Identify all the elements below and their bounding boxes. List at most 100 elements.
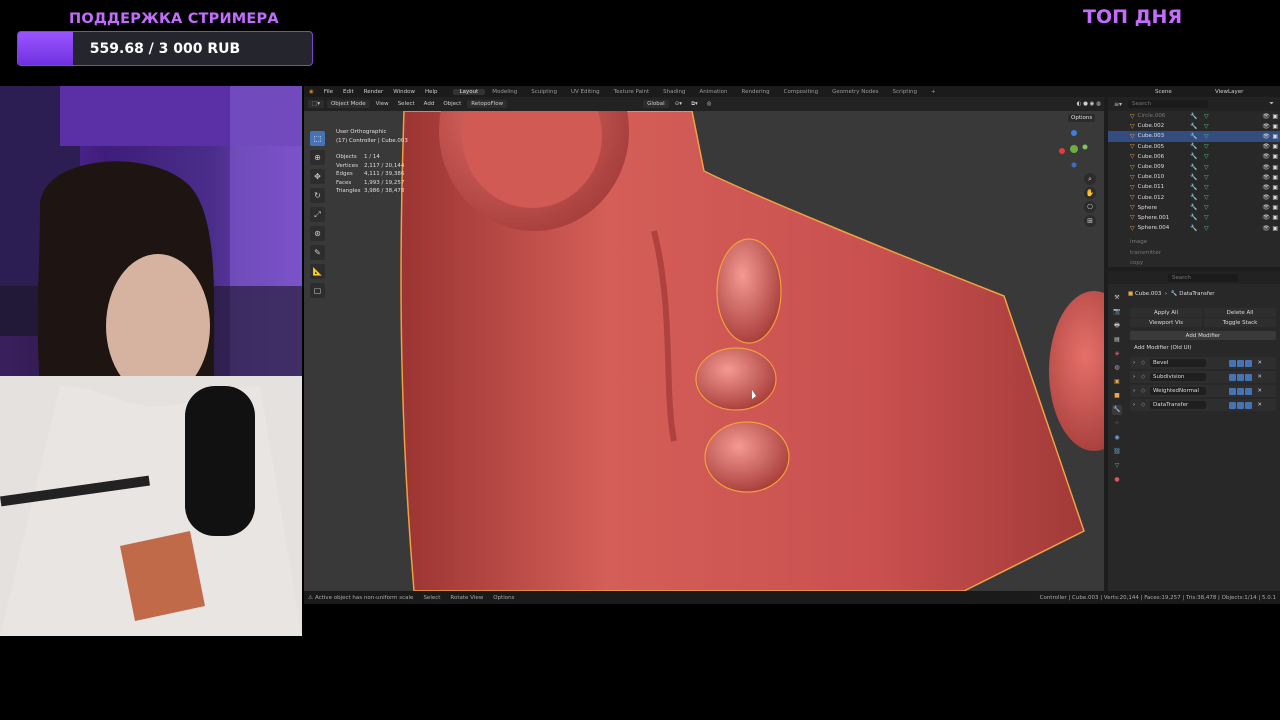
- render-camera-icon[interactable]: ▣: [1272, 113, 1278, 120]
- collection-row[interactable]: image: [1108, 237, 1280, 247]
- pan-hand-icon[interactable]: ✋: [1084, 187, 1096, 199]
- menu-window[interactable]: Window: [388, 89, 420, 95]
- render-camera-icon[interactable]: ▣: [1272, 153, 1278, 160]
- add-modifier-button[interactable]: Add Modifier: [1130, 331, 1276, 340]
- visibility-eye-icon[interactable]: 👁: [1262, 133, 1270, 140]
- render-camera-icon[interactable]: ▣: [1272, 184, 1278, 191]
- tab-scripting[interactable]: Scripting: [886, 89, 924, 95]
- modifier-name-field[interactable]: Subdivision: [1150, 373, 1206, 381]
- mesh-data-icon[interactable]: ▽: [1204, 204, 1209, 211]
- material-tab-icon[interactable]: ●: [1112, 475, 1122, 485]
- object-menu[interactable]: Object: [440, 101, 464, 107]
- visibility-eye-icon[interactable]: 👁: [1262, 123, 1270, 130]
- render-camera-icon[interactable]: ▣: [1272, 143, 1278, 150]
- options-dropdown[interactable]: Options: [1068, 114, 1096, 122]
- outliner-item[interactable]: ▽ Cube.011 🔧 ▽ 👁 ▣: [1108, 182, 1280, 192]
- visibility-eye-icon[interactable]: 👁: [1262, 113, 1270, 120]
- expand-chevron-icon[interactable]: ›: [1133, 388, 1135, 394]
- mesh-data-icon[interactable]: ▽: [1204, 113, 1209, 120]
- modifier-icon[interactable]: 🔧: [1190, 164, 1197, 171]
- blender-logo-icon[interactable]: ◉: [304, 89, 319, 95]
- snap-icon[interactable]: ⧉▾: [688, 101, 701, 108]
- navigation-gizmo-icon[interactable]: [1058, 129, 1090, 169]
- properties-search-field[interactable]: Search: [1168, 273, 1238, 282]
- view-menu[interactable]: View: [373, 101, 392, 107]
- modifier-icon[interactable]: 🔧: [1190, 153, 1197, 160]
- transform-orientation-selector[interactable]: Global: [643, 100, 669, 108]
- visibility-eye-icon[interactable]: 👁: [1262, 153, 1270, 160]
- render-tab-icon[interactable]: 📷: [1112, 307, 1122, 317]
- scale-tool-icon[interactable]: ⤢: [310, 207, 325, 222]
- object-tab-icon[interactable]: ■: [1112, 391, 1122, 401]
- visibility-eye-icon[interactable]: 👁: [1262, 143, 1270, 150]
- tab-animation[interactable]: Animation: [692, 89, 734, 95]
- world-tab-icon[interactable]: ◍: [1112, 363, 1122, 373]
- tab-layout[interactable]: Layout: [452, 88, 486, 95]
- render-camera-icon[interactable]: ▣: [1272, 214, 1278, 221]
- outliner-item[interactable]: ▽ Sphere.004 🔧 ▽ 👁 ▣: [1108, 223, 1280, 233]
- delete-all-button[interactable]: Delete All: [1204, 308, 1276, 317]
- camera-view-icon[interactable]: ⎔: [1084, 201, 1096, 213]
- scene-selector[interactable]: Scene: [1150, 89, 1210, 95]
- data-tab-icon[interactable]: ▽: [1112, 461, 1122, 471]
- toggle-stack-button[interactable]: Toggle Stack: [1204, 318, 1276, 327]
- render-camera-icon[interactable]: ▣: [1272, 133, 1278, 140]
- select-box-tool-icon[interactable]: ⬚: [310, 131, 325, 146]
- visibility-eye-icon[interactable]: 👁: [1262, 174, 1270, 181]
- view-layer-selector[interactable]: ViewLayer: [1210, 89, 1280, 95]
- annotate-tool-icon[interactable]: ✎: [310, 245, 325, 260]
- modifier-name-field[interactable]: DataTransfer: [1150, 401, 1206, 409]
- particles-tab-icon[interactable]: ⁘: [1112, 419, 1122, 429]
- move-tool-icon[interactable]: ✥: [310, 169, 325, 184]
- outliner-item[interactable]: ▽ Sphere 🔧 ▽ 👁 ▣: [1108, 203, 1280, 213]
- visibility-eye-icon[interactable]: 👁: [1262, 204, 1270, 211]
- transform-tool-icon[interactable]: ⊛: [310, 226, 325, 241]
- select-menu[interactable]: Select: [395, 101, 418, 107]
- modifier-icon[interactable]: 🔧: [1190, 133, 1197, 140]
- mesh-data-icon[interactable]: ▽: [1204, 194, 1209, 201]
- modifier-icon[interactable]: 🔧: [1190, 174, 1197, 181]
- modifier-panel[interactable]: › ◇ Bevel ✕: [1130, 357, 1276, 369]
- render-camera-icon[interactable]: ▣: [1272, 174, 1278, 181]
- tab-sculpting[interactable]: Sculpting: [524, 89, 564, 95]
- visibility-eye-icon[interactable]: 👁: [1262, 225, 1270, 232]
- add-workspace-button[interactable]: +: [924, 89, 943, 95]
- measure-tool-icon[interactable]: 📐: [310, 264, 325, 279]
- render-camera-icon[interactable]: ▣: [1272, 204, 1278, 211]
- modifier-icon[interactable]: 🔧: [1190, 184, 1197, 191]
- tab-modeling[interactable]: Modeling: [485, 89, 524, 95]
- modifier-name-field[interactable]: Bevel: [1150, 359, 1206, 367]
- zoom-icon[interactable]: ⌕: [1084, 173, 1096, 185]
- modifier-icon[interactable]: 🔧: [1190, 194, 1197, 201]
- rotate-tool-icon[interactable]: ↻: [310, 188, 325, 203]
- mesh-data-icon[interactable]: ▽: [1204, 133, 1209, 140]
- modifier-icon[interactable]: 🔧: [1190, 204, 1197, 211]
- modifier-icon[interactable]: 🔧: [1190, 225, 1197, 232]
- visibility-eye-icon[interactable]: 👁: [1262, 164, 1270, 171]
- render-camera-icon[interactable]: ▣: [1272, 225, 1278, 232]
- modifier-toggle-icons[interactable]: [1229, 401, 1252, 409]
- tab-shading[interactable]: Shading: [656, 89, 692, 95]
- tool-tab-icon[interactable]: ⚒: [1112, 293, 1122, 303]
- modifier-panel[interactable]: › ◇ DataTransfer ✕: [1130, 399, 1276, 411]
- outliner-item[interactable]: ▽ Cube.012 🔧 ▽ 👁 ▣: [1108, 193, 1280, 203]
- scene-tab-icon[interactable]: ◈: [1112, 349, 1122, 359]
- visibility-eye-icon[interactable]: 👁: [1262, 214, 1270, 221]
- tab-geometry-nodes[interactable]: Geometry Nodes: [825, 89, 885, 95]
- modifier-tab-icon[interactable]: 🔧: [1112, 405, 1122, 415]
- outliner-item[interactable]: ▽ Cube.009 🔧 ▽ 👁 ▣: [1108, 162, 1280, 172]
- modifier-icon[interactable]: 🔧: [1190, 123, 1197, 130]
- outliner-item[interactable]: ▽ Circle.006 🔧 ▽ 👁 ▣: [1108, 111, 1280, 121]
- outliner-item[interactable]: ▽ Cube.010 🔧 ▽ 👁 ▣: [1108, 172, 1280, 182]
- editor-type-icon[interactable]: ⬚▾: [308, 100, 324, 108]
- outliner-type-icon[interactable]: ≡▾: [1114, 101, 1122, 108]
- remove-modifier-icon[interactable]: ✕: [1257, 360, 1262, 366]
- menu-help[interactable]: Help: [420, 89, 443, 95]
- mesh-data-icon[interactable]: ▽: [1204, 184, 1209, 191]
- 3d-viewport[interactable]: ⬚ ⊕ ✥ ↻ ⤢ ⊛ ✎ 📐 ▢ User Orthographic (17)…: [304, 111, 1104, 591]
- ortho-grid-icon[interactable]: ⊞: [1084, 215, 1096, 227]
- mesh-data-icon[interactable]: ▽: [1204, 164, 1209, 171]
- modifier-toggle-icons[interactable]: [1229, 387, 1252, 395]
- viewport-vis-button[interactable]: Viewport Vis: [1130, 318, 1202, 327]
- view-layer-tab-icon[interactable]: ▤: [1112, 335, 1122, 345]
